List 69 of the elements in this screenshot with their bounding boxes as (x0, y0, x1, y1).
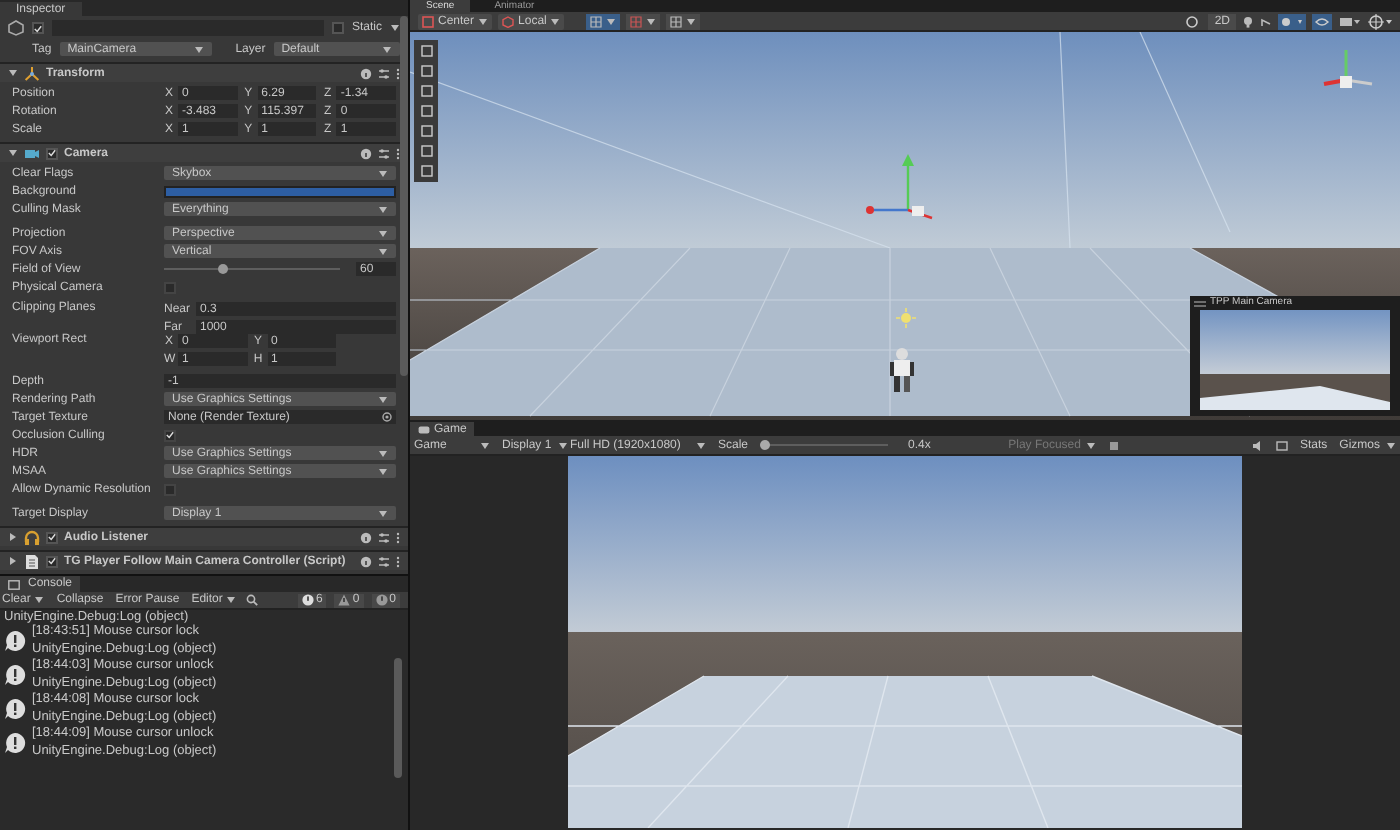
camera-icon (24, 145, 40, 161)
visibility-icon (1312, 13, 1332, 29)
caret-icon (378, 169, 388, 177)
script-icon (24, 553, 40, 569)
check-icon (34, 23, 42, 33)
caret-icon (1086, 441, 1097, 449)
drag-handle-icon (1194, 299, 1206, 307)
light-icon (896, 308, 916, 328)
grid-button[interactable] (586, 13, 621, 29)
scrollbar[interactable] (400, 16, 408, 376)
caret-icon (550, 17, 561, 25)
active-checkbox[interactable] (32, 22, 44, 34)
orientation-gizmo-icon (1322, 48, 1374, 88)
presets-icon (378, 531, 390, 543)
caret-icon (478, 17, 489, 25)
axes-icon (24, 65, 40, 81)
caret-icon (34, 596, 45, 604)
effects-icon (1278, 13, 1306, 29)
presets-icon (378, 147, 390, 159)
enabled-checkbox[interactable] (46, 531, 58, 543)
character-figure (886, 346, 918, 394)
grid-icon (590, 15, 603, 27)
static-checkbox[interactable] (331, 22, 344, 34)
checkbox[interactable] (164, 429, 176, 441)
console-icon (8, 579, 20, 589)
color-field[interactable] (164, 185, 396, 197)
gizmos-icon (1368, 13, 1392, 29)
caret-icon (390, 24, 400, 32)
lighting-icon (1242, 15, 1254, 27)
check-icon (166, 430, 174, 440)
caret-icon (378, 205, 388, 213)
scale-slider-thumb[interactable] (760, 440, 771, 450)
caret-icon (606, 17, 617, 25)
checkbox[interactable] (164, 281, 176, 293)
caret-icon (378, 395, 388, 403)
display-icon (1275, 439, 1288, 451)
target-icon (382, 412, 392, 422)
enabled-checkbox[interactable] (46, 147, 58, 159)
slider-thumb[interactable] (218, 264, 229, 274)
presets-icon (378, 555, 390, 567)
caret-icon (378, 509, 388, 517)
caret-icon (686, 17, 697, 25)
caret-icon (226, 596, 237, 604)
caret-icon (1386, 441, 1396, 449)
check-icon (48, 532, 56, 542)
rect-tool-icon (419, 124, 433, 138)
search-icon (246, 594, 259, 606)
presets-icon (378, 67, 390, 79)
gamepad-icon (418, 425, 430, 433)
enabled-checkbox[interactable] (46, 555, 58, 567)
shading-icon (1186, 15, 1203, 27)
check-icon (48, 148, 56, 158)
scrollbar[interactable] (394, 658, 402, 778)
check-icon (48, 556, 56, 566)
increment-icon (670, 15, 683, 27)
snap-icon (630, 15, 643, 27)
caret-icon (646, 17, 657, 25)
caret-icon (696, 441, 706, 449)
increment-button[interactable] (666, 13, 701, 29)
cube-icon (502, 15, 515, 27)
caret-icon (382, 45, 392, 53)
checkbox[interactable] (164, 483, 176, 495)
caret-icon (480, 441, 490, 449)
caret-icon (193, 45, 204, 53)
snap-button[interactable] (626, 13, 661, 29)
cube-icon (8, 20, 24, 36)
headphones-icon (24, 529, 40, 545)
caret-icon (557, 441, 568, 449)
camera-icon (1338, 13, 1362, 29)
